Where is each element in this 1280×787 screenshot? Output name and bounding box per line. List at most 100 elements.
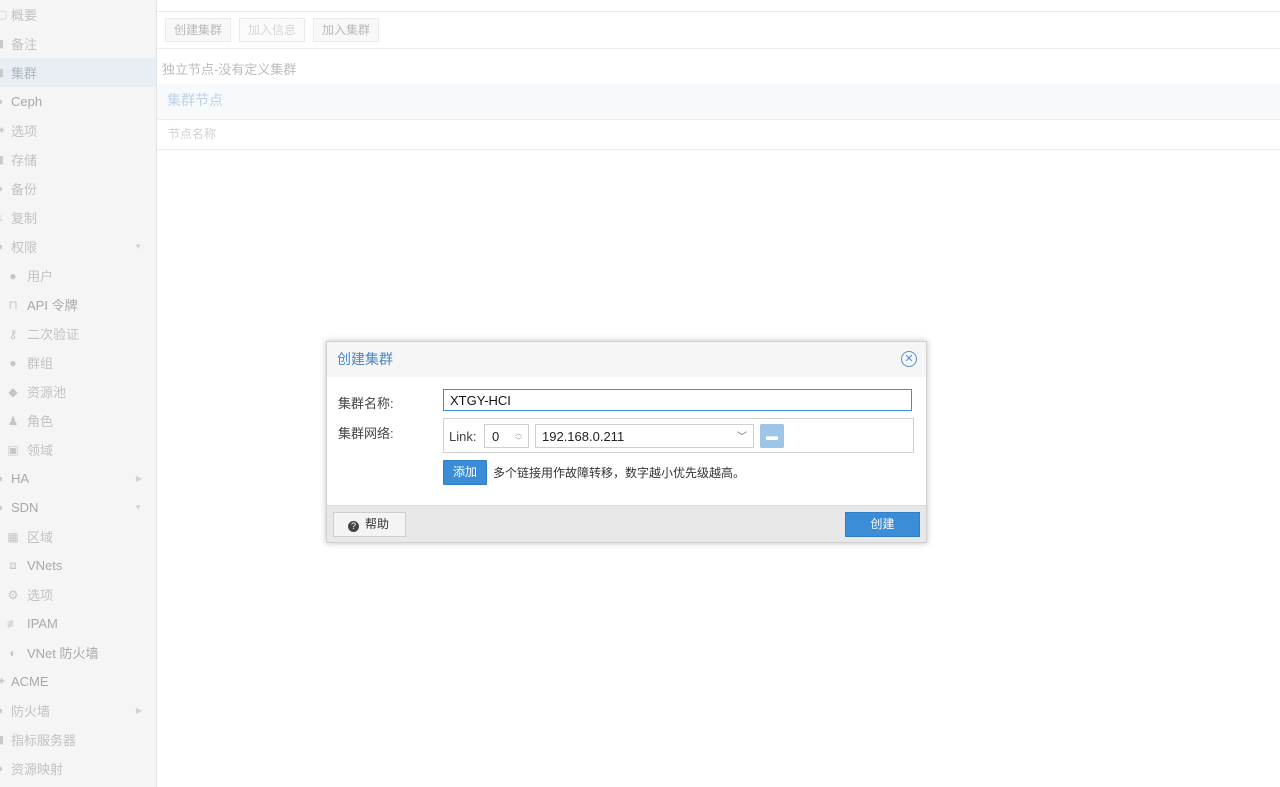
chevron-down-icon[interactable]: ﹀: [737, 428, 747, 443]
add-link-hint: 多个链接用作故障转移，数字越小优先级越高。: [493, 466, 746, 480]
sidebar-item-permissions[interactable]: ◗ 权限 ▼: [0, 232, 156, 261]
sidebar-item-acme[interactable]: ✦ ACME: [0, 667, 156, 696]
summary-icon: ▢: [0, 8, 7, 21]
chevron-down-icon[interactable]: ▼: [134, 242, 142, 251]
sidebar-item-pools[interactable]: ◆ 资源池: [0, 377, 156, 406]
toolbar: 创建集群 加入信息 加入集群: [165, 18, 380, 42]
sidebar-item-label: 概要: [11, 8, 38, 23]
create-button[interactable]: 创建: [845, 512, 920, 537]
sidebar-item-options[interactable]: ✦ 选项: [0, 116, 156, 145]
standalone-status-text: 独立节点-没有定义集群: [162, 62, 297, 77]
chevron-right-icon[interactable]: ▶: [136, 706, 142, 715]
sidebar-item-label: 复制: [11, 211, 38, 226]
cluster-network-label: 集群网络:: [338, 426, 394, 441]
sidebar-item-label: IPAM: [27, 616, 58, 631]
shield-icon: ◐: [9, 645, 17, 660]
storage-icon: ▮: [0, 153, 5, 166]
sidebar-item-label: 权限: [11, 240, 38, 255]
sidebar-item-label: 群组: [27, 356, 54, 371]
sidebar-item-metric-server[interactable]: ▮ 指标服务器: [0, 725, 156, 754]
sidebar-item-resource-mapping[interactable]: ◗ 资源映射: [0, 754, 156, 783]
sidebar-item-label: 备份: [11, 182, 38, 197]
sidebar-item-users[interactable]: ● 用户: [0, 261, 156, 290]
link-address-value: 192.168.0.211: [542, 429, 625, 444]
cluster-name-label: 集群名称:: [338, 396, 394, 411]
realm-icon: ▣: [7, 442, 19, 457]
divider: [157, 48, 1280, 49]
sidebar-item-realms[interactable]: ▣ 领域: [0, 435, 156, 464]
sidebar-item-groups[interactable]: ● 群组: [0, 348, 156, 377]
chevron-down-icon[interactable]: ▼: [134, 503, 142, 512]
sidebar-item-ipam[interactable]: ≢ IPAM: [0, 609, 156, 638]
sidebar-item-notes[interactable]: ▮ 备注: [0, 29, 156, 58]
sidebar-item-label: API 令牌: [27, 298, 78, 313]
sidebar-item-api-token[interactable]: ⊓ API 令牌: [0, 290, 156, 319]
dialog-title: 创建集群: [337, 351, 393, 367]
dialog-header: 创建集群 ✕: [327, 342, 926, 377]
sidebar-item-ha[interactable]: ◗ HA ▶: [0, 464, 156, 493]
sidebar-item-label: SDN: [11, 500, 39, 515]
sidebar-item-label: 资源映射: [11, 762, 64, 777]
sidebar-item-vnet-firewall[interactable]: ◐ VNet 防火墙: [0, 638, 156, 667]
help-button[interactable]: ? 帮助: [333, 512, 407, 537]
sidebar-item-label: 用户: [27, 269, 54, 284]
sidebar-item-sdn-options[interactable]: ⚙ 选项: [0, 580, 156, 609]
link-number-spinner[interactable]: 0 ︿ ﹀: [484, 424, 529, 448]
sidebar-item-label: 备注: [11, 37, 38, 52]
question-icon: ?: [348, 521, 359, 532]
sidebar-item-firewall[interactable]: ◗ 防火墙 ▶: [0, 696, 156, 725]
trash-icon[interactable]: ▬: [760, 424, 784, 448]
spinner-down-icon[interactable]: ﹀: [515, 436, 522, 446]
sidebar-item-zones[interactable]: ▦ 区域: [0, 522, 156, 551]
sidebar-item-label: 指标服务器: [11, 733, 77, 748]
api-token-icon: ⊓: [8, 297, 18, 312]
ha-icon: ◗: [0, 473, 5, 485]
node-name-column-header[interactable]: 节点名称: [157, 120, 1280, 150]
sidebar-item-label: 领域: [27, 443, 54, 458]
link-label: Link:: [449, 429, 477, 444]
sidebar-item-storage[interactable]: ▮ 存储: [0, 145, 156, 174]
sidebar-item-vnets[interactable]: ⧈ VNets: [0, 551, 156, 580]
join-cluster-button[interactable]: 加入集群: [313, 18, 380, 42]
vnets-icon: ⧈: [9, 558, 17, 572]
sidebar-item-label: VNet 防火墙: [27, 646, 99, 661]
link-address-combobox[interactable]: 192.168.0.211 ﹀: [535, 424, 754, 448]
zones-grid-icon: ▦: [7, 529, 19, 544]
sidebar-item-two-factor[interactable]: ⚷ 二次验证: [0, 319, 156, 348]
sidebar-item-cluster[interactable]: ▮ 集群: [0, 58, 156, 87]
sidebar-item-label: 选项: [11, 124, 38, 139]
sidebar-item-roles[interactable]: ♟ 角色: [0, 406, 156, 435]
sidebar-item-label: HA: [11, 471, 30, 486]
ipam-icon: ≢: [7, 616, 19, 631]
resource-mapping-icon: ◗: [0, 763, 5, 775]
backup-icon: ◗: [0, 183, 5, 195]
sidebar-item-label: 二次验证: [27, 327, 80, 342]
close-icon[interactable]: ✕: [901, 351, 917, 367]
add-link-button[interactable]: 添加: [443, 460, 488, 485]
sidebar-item-label: ACME: [11, 674, 49, 689]
create-cluster-button[interactable]: 创建集群: [165, 18, 232, 42]
options-icon: ✦: [0, 124, 6, 137]
sidebar-item-label: 防火墙: [11, 704, 51, 719]
help-button-label: 帮助: [365, 517, 390, 531]
ceph-icon: ◗: [0, 96, 5, 108]
sidebar-item-sdn[interactable]: ◗ SDN ▼: [0, 493, 156, 522]
sidebar-item-backup[interactable]: ◗ 备份: [0, 174, 156, 203]
sidebar-item-summary[interactable]: ▢ 概要: [0, 0, 156, 29]
pool-tags-icon: ◆: [8, 384, 18, 399]
sidebar-item-label: 角色: [27, 414, 54, 429]
sidebar-item-ceph[interactable]: ◗ Ceph: [0, 87, 156, 116]
sidebar-item-label: VNets: [27, 558, 63, 573]
acme-icon: ✦: [0, 675, 6, 688]
user-icon: ●: [9, 268, 17, 283]
sdn-icon: ◗: [0, 502, 5, 514]
join-info-button[interactable]: 加入信息: [239, 18, 306, 42]
sidebar-item-label: 资源池: [27, 385, 67, 400]
chevron-right-icon[interactable]: ▶: [136, 474, 142, 483]
sidebar-item-replication[interactable]: ↓ 复制: [0, 203, 156, 232]
divider: [157, 11, 1280, 12]
link-number-value: 0: [492, 429, 500, 444]
cluster-icon: ▮: [0, 66, 5, 79]
cluster-name-input[interactable]: [443, 389, 912, 411]
replication-icon: ↓: [0, 212, 5, 224]
